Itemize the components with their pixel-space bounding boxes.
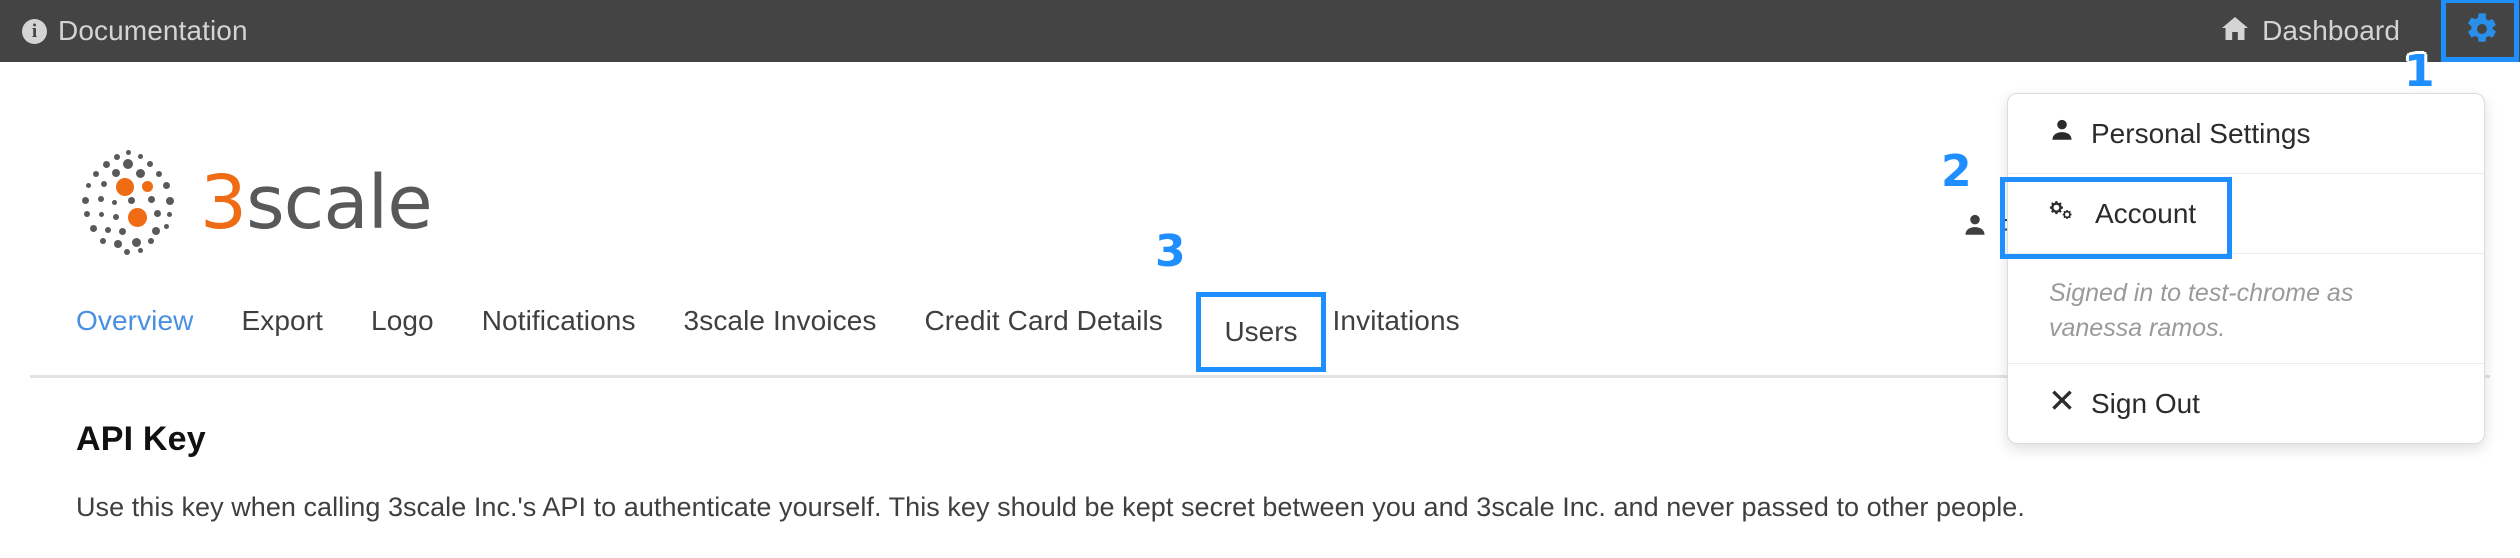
- gear-icon: [2465, 12, 2499, 51]
- cogs-icon: [2049, 197, 2079, 230]
- top-bar-right: Dashboard: [2221, 0, 2520, 62]
- tab-logo[interactable]: Logo: [347, 305, 458, 337]
- page-title: API Key: [76, 420, 206, 458]
- annotation-marker-1: 1: [2404, 46, 2435, 97]
- user-icon: [1962, 212, 1988, 245]
- api-key-description: Use this key when calling 3scale Inc.'s …: [76, 492, 2025, 522]
- user-icon: [2049, 117, 2075, 150]
- menu-item-account-label: Account: [2095, 197, 2197, 229]
- annotation-marker-3: 3: [1155, 226, 1186, 277]
- tab-users[interactable]: Users: [1196, 292, 1326, 372]
- 3scale-dotted-circle-logo-icon: [76, 148, 186, 258]
- times-icon: [2049, 387, 2075, 420]
- documentation-label: Documentation: [58, 15, 248, 46]
- annotation-marker-2: 2: [1941, 146, 1972, 197]
- brand-wordmark: 3scale: [200, 166, 433, 240]
- top-bar: i Documentation Dashboard: [0, 0, 2520, 62]
- signed-in-note: Signed in to test-chrome as vanessa ramo…: [2008, 254, 2484, 364]
- brand-logo[interactable]: 3scale: [76, 148, 433, 258]
- menu-item-sign-out[interactable]: Sign Out: [2008, 364, 2484, 443]
- settings-dropdown-menu: Personal Settings Account Signed in to t…: [2007, 93, 2485, 444]
- menu-item-sign-out-label: Sign Out: [2091, 387, 2200, 419]
- menu-item-personal-settings-label: Personal Settings: [2091, 117, 2311, 149]
- menu-item-personal-settings[interactable]: Personal Settings: [2008, 94, 2484, 174]
- tab-invitations[interactable]: Invitations: [1309, 305, 1484, 337]
- dashboard-label: Dashboard: [2262, 15, 2400, 46]
- tab-credit-card-details[interactable]: Credit Card Details: [900, 305, 1186, 337]
- gear-icon-button[interactable]: [2444, 0, 2520, 62]
- tab-export[interactable]: Export: [218, 305, 348, 337]
- info-circle-icon: i: [22, 18, 47, 44]
- dashboard-link[interactable]: Dashboard: [2221, 16, 2400, 47]
- tab-overview[interactable]: Overview: [76, 305, 218, 337]
- brand-name-3: 3: [200, 160, 247, 246]
- menu-item-account[interactable]: Account: [2008, 174, 2484, 254]
- screenshot-root: i Documentation Dashboard 3scale Overvie…: [0, 0, 2520, 558]
- tab-3scale-invoices[interactable]: 3scale Invoices: [660, 305, 901, 337]
- home-icon: [2221, 16, 2249, 47]
- tab-notifications[interactable]: Notifications: [458, 305, 660, 337]
- brand-name-scale: scale: [246, 160, 433, 246]
- documentation-link[interactable]: i Documentation: [22, 0, 248, 62]
